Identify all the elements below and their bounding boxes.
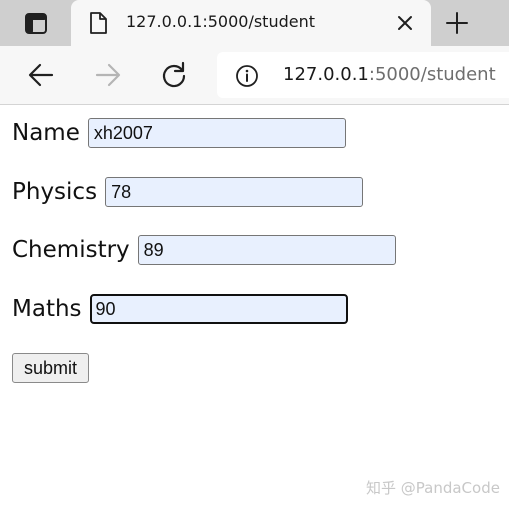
forward-icon[interactable] <box>93 61 123 89</box>
close-icon[interactable] <box>394 12 416 34</box>
submit-button[interactable]: submit <box>12 353 90 383</box>
physics-row: Physics <box>12 177 364 207</box>
url-host: 127.0.0.1 <box>283 64 369 85</box>
tab-strip: 127.0.0.1:5000/student <box>0 0 509 46</box>
name-row: Name <box>12 118 346 148</box>
new-tab-icon[interactable] <box>444 10 470 36</box>
info-icon[interactable] <box>235 64 259 88</box>
chemistry-input[interactable] <box>137 235 396 265</box>
tab-student[interactable]: 127.0.0.1:5000/student <box>71 0 431 46</box>
browser-window: 127.0.0.1:5000/student 127.0.0.1:5000/st… <box>0 0 509 509</box>
address-bar[interactable]: 127.0.0.1:5000/student <box>217 52 509 98</box>
reload-icon[interactable] <box>159 61 189 89</box>
maths-label: Maths <box>12 296 82 322</box>
url-text: 127.0.0.1:5000/student <box>283 64 496 85</box>
back-icon[interactable] <box>26 61 56 89</box>
toolbar: 127.0.0.1:5000/student <box>0 46 509 105</box>
maths-input[interactable] <box>89 294 348 324</box>
tab-title: 127.0.0.1:5000/student <box>126 12 315 31</box>
page-icon <box>89 12 107 34</box>
maths-row: Maths <box>12 294 348 324</box>
chemistry-label: Chemistry <box>12 237 130 263</box>
page-content: Name Physics Chemistry Maths submit 知乎 @… <box>0 105 509 509</box>
physics-input[interactable] <box>105 177 364 207</box>
chemistry-row: Chemistry <box>12 235 396 265</box>
name-label: Name <box>12 120 80 146</box>
url-path: :5000/student <box>368 64 496 85</box>
tab-actions-icon[interactable] <box>20 12 52 36</box>
watermark: 知乎 @PandaCode <box>366 479 500 497</box>
name-input[interactable] <box>87 118 346 148</box>
physics-label: Physics <box>12 179 98 205</box>
